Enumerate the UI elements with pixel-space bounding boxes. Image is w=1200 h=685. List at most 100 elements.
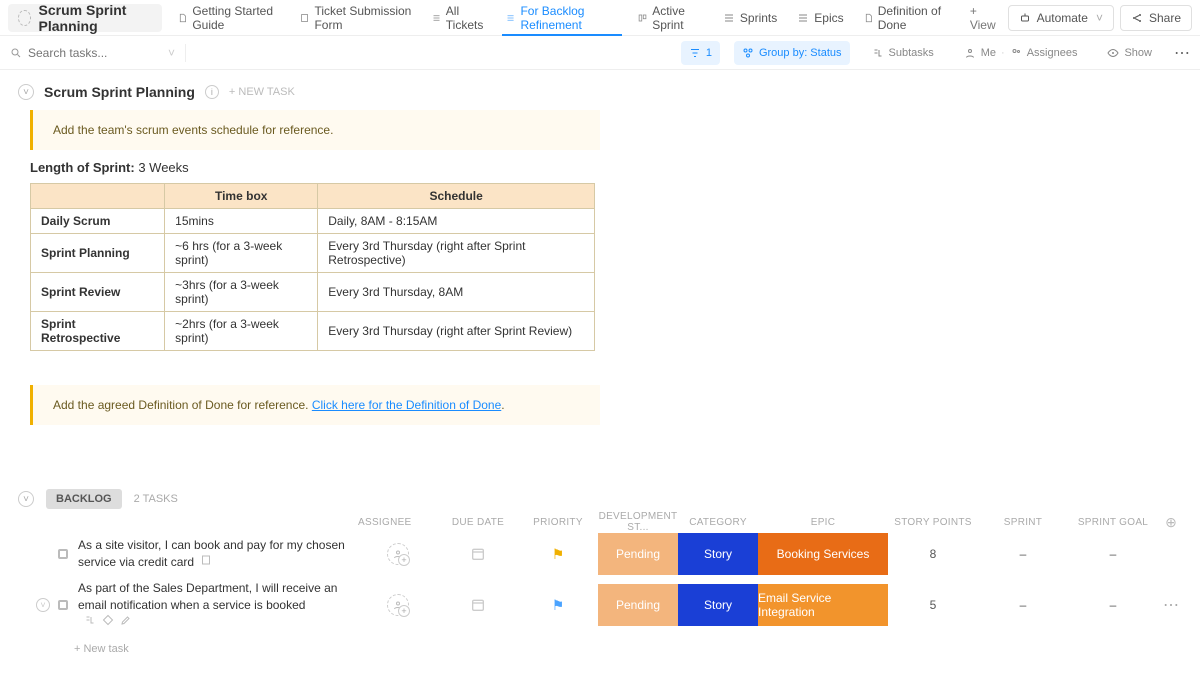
task-row[interactable]: As a site visitor, I can book and pay fo… [18, 533, 1182, 576]
col-timebox: Time box [165, 184, 318, 209]
note-text: Add the agreed Definition of Done for re… [53, 398, 312, 412]
tab-all-tickets[interactable]: All Tickets [422, 0, 497, 36]
category-tag[interactable]: Story [678, 533, 758, 575]
group-by-label: Group by: Status [759, 47, 842, 59]
group-by-chip[interactable]: Group by: Status [734, 41, 850, 65]
tab-epics[interactable]: Epics [787, 0, 853, 36]
status-square-icon[interactable] [58, 549, 68, 559]
schedule-table: Time box Schedule Daily Scrum15minsDaily… [30, 183, 595, 351]
tab-backlog-refinement[interactable]: For Backlog Refinement [496, 0, 628, 36]
workspace-title[interactable]: Scrum Sprint Planning [8, 4, 162, 32]
list-icon [723, 12, 735, 24]
group-icon [742, 47, 754, 59]
new-task-footer[interactable]: + New task [74, 643, 1182, 655]
tab-getting-started[interactable]: Getting Started Guide [168, 0, 290, 36]
task-title[interactable]: As a site visitor, I can book and pay fo… [78, 533, 358, 575]
tab-label: Ticket Submission Form [314, 4, 411, 32]
share-label: Share [1149, 11, 1181, 25]
tab-active-sprint[interactable]: Active Sprint [628, 0, 713, 36]
show-chip[interactable]: Show [1099, 41, 1160, 65]
row-handle[interactable]: ˅ [18, 598, 78, 612]
search-input[interactable] [22, 46, 162, 60]
sprint-goal-cell[interactable]: – [1068, 547, 1158, 561]
group-count: 2 TASKS [134, 493, 178, 505]
column-headers: TITLE ASSIGNEE DUE DATE PRIORITY DEVELOP… [18, 511, 1182, 533]
dod-link[interactable]: Click here for the Definition of Done [312, 398, 501, 412]
add-view-button[interactable]: + View [960, 0, 1008, 36]
filter-count: 1 [706, 47, 712, 59]
automate-button[interactable]: Automate ˅ [1008, 5, 1114, 31]
list-header: ˅ Scrum Sprint Planning i + NEW TASK [18, 84, 1182, 100]
row-timebox: ~2hrs (for a 3-week sprint) [165, 312, 318, 351]
share-button[interactable]: Share [1120, 5, 1192, 31]
collapse-toggle-icon[interactable]: ˅ [18, 491, 34, 507]
task-title[interactable]: As part of the Sales Department, I will … [78, 576, 358, 634]
chevron-down-icon[interactable]: ˅ [168, 46, 175, 60]
sprint-length: Length of Sprint: 3 Weeks [30, 160, 1182, 175]
search-box[interactable]: ˅ [10, 46, 175, 60]
row-timebox: ~6 hrs (for a 3-week sprint) [165, 234, 318, 273]
dev-status-tag[interactable]: Pending [598, 584, 678, 626]
story-points[interactable]: 5 [888, 598, 978, 612]
tab-ticket-submission[interactable]: Ticket Submission Form [290, 0, 421, 36]
note-text: Add the team's scrum events schedule for… [53, 123, 333, 137]
priority-flag-icon[interactable]: ⚑ [518, 597, 598, 614]
sprint-goal-cell[interactable]: – [1068, 598, 1158, 612]
add-column-button[interactable]: ⊕ [1158, 514, 1184, 531]
me-chip[interactable]: Me · Assignees [956, 41, 1086, 65]
tag-icon[interactable] [102, 614, 114, 626]
row-more-icon[interactable]: ⋯ [1158, 595, 1184, 615]
tab-sprints[interactable]: Sprints [713, 0, 787, 36]
new-task-button[interactable]: + NEW TASK [229, 86, 295, 98]
story-points[interactable]: 8 [888, 547, 978, 561]
edit-icon[interactable] [120, 614, 132, 626]
subtasks-chip[interactable]: Subtasks [864, 41, 942, 65]
sprint-cell[interactable]: – [978, 598, 1068, 612]
automate-label: Automate [1037, 11, 1088, 25]
assignee-cell[interactable]: + [358, 594, 438, 616]
filter-count-chip[interactable]: 1 [681, 41, 720, 65]
row-schedule: Daily, 8AM - 8:15AM [318, 209, 595, 234]
add-view-label: + View [970, 4, 998, 32]
col-dev-status[interactable]: DEVELOPMENT ST... [598, 511, 678, 533]
subtasks-label: Subtasks [889, 47, 934, 59]
table-row: Daily Scrum15minsDaily, 8AM - 8:15AM [31, 209, 595, 234]
col-schedule: Schedule [318, 184, 595, 209]
status-square-icon[interactable] [58, 600, 68, 610]
tab-label: Getting Started Guide [192, 4, 280, 32]
category-tag[interactable]: Story [678, 584, 758, 626]
length-label: Length of Sprint: [30, 160, 135, 175]
epic-tag[interactable]: Email Service Integration [758, 584, 888, 626]
group-pill[interactable]: BACKLOG [46, 489, 122, 509]
form-icon [300, 12, 309, 24]
list-icon [506, 12, 515, 24]
info-icon[interactable]: i [205, 85, 219, 99]
row-timebox: ~3hrs (for a 3-week sprint) [165, 273, 318, 312]
assign-person-icon[interactable]: + [387, 543, 409, 565]
doc-icon [864, 12, 873, 24]
row-schedule: Every 3rd Thursday (right after Sprint R… [318, 312, 595, 351]
subtask-icon[interactable] [84, 614, 96, 626]
assignees-label: Assignees [1027, 47, 1078, 59]
collapse-toggle-icon[interactable]: ˅ [18, 84, 34, 100]
due-cell[interactable] [438, 546, 518, 562]
list-title[interactable]: Scrum Sprint Planning [44, 84, 195, 100]
due-cell[interactable] [438, 597, 518, 613]
sprint-cell[interactable]: – [978, 547, 1068, 561]
assign-person-icon[interactable]: + [387, 594, 409, 616]
chevron-down-icon: ˅ [1096, 11, 1103, 25]
dev-status-tag[interactable]: Pending [598, 533, 678, 575]
priority-flag-icon[interactable]: ⚑ [518, 546, 598, 563]
divider [185, 44, 186, 62]
tab-definition-of-done[interactable]: Definition of Done [854, 0, 960, 36]
row-timebox: 15mins [165, 209, 318, 234]
epic-tag[interactable]: Booking Services [758, 533, 888, 575]
assignee-cell[interactable]: + [358, 543, 438, 565]
row-name: Sprint Planning [31, 234, 165, 273]
more-menu-icon[interactable]: ⋯ [1174, 43, 1190, 63]
row-handle[interactable] [18, 549, 78, 559]
task-row[interactable]: ˅ As part of the Sales Department, I wil… [18, 576, 1182, 635]
doc-icon[interactable] [200, 554, 212, 566]
backlog-group: ˅ BACKLOG 2 TASKS TITLE ASSIGNEE DUE DAT… [18, 489, 1182, 655]
note-schedule: Add the team's scrum events schedule for… [30, 110, 600, 150]
